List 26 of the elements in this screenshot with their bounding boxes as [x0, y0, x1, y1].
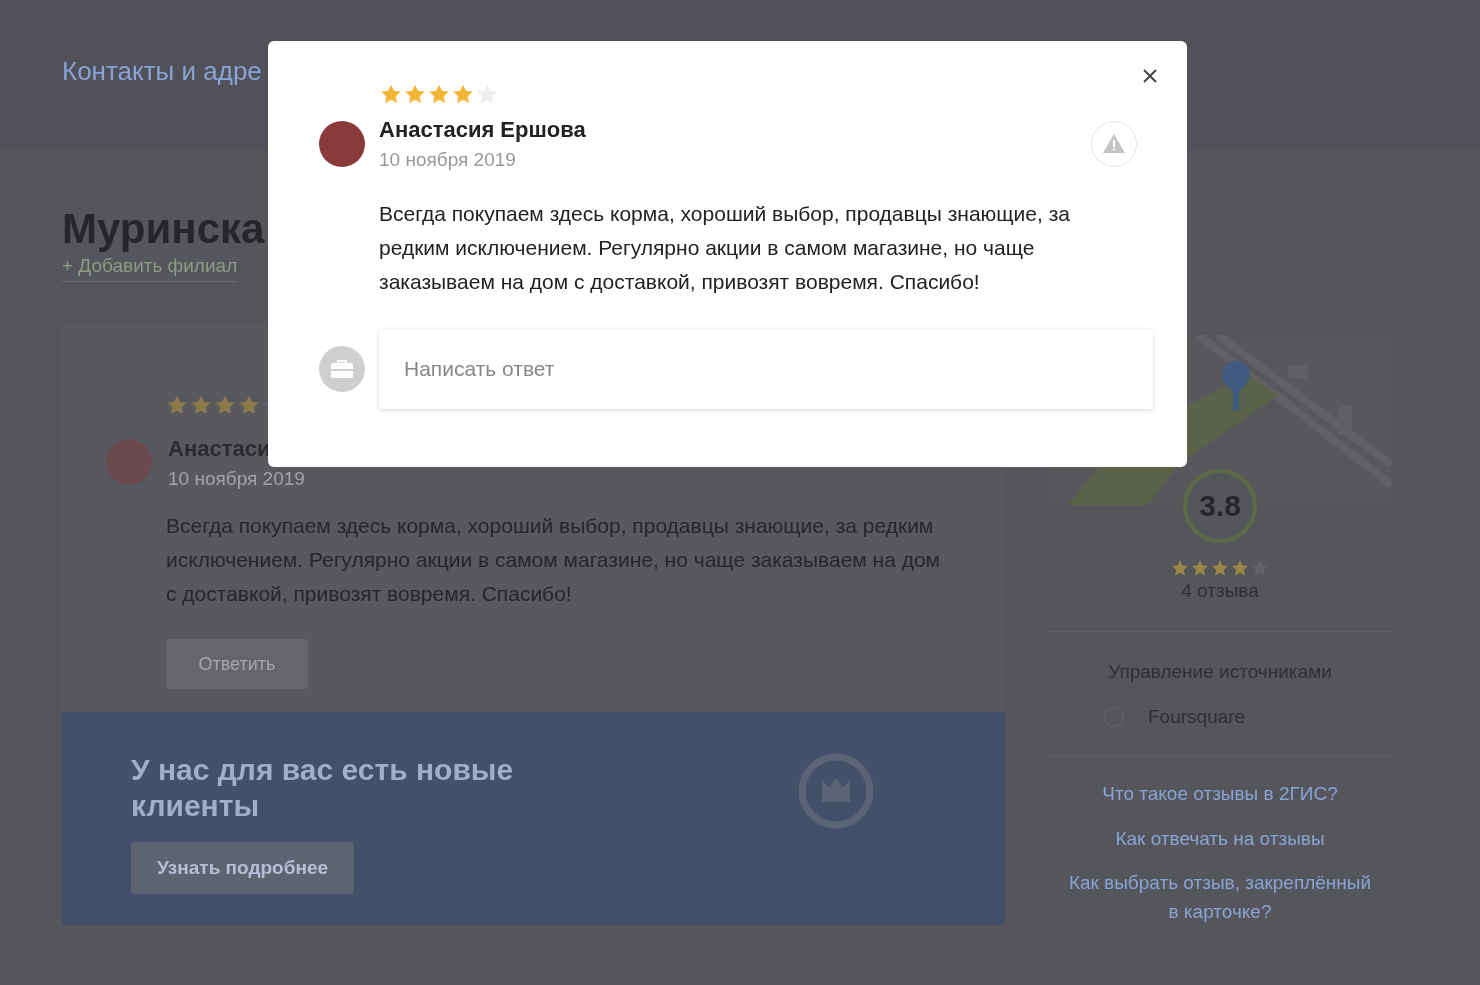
help-link[interactable]: Как выбрать отзыв, закреплённый в карточке?: [1064, 869, 1376, 927]
review-text: Всегда покупаем здесь корма, хороший выбор, продавцы знающие, за редким исключением. Регулярно акции в самом магазине, но чаще заказываем на дом с доставкой, привозят вовремя. Спасибо!: [379, 200, 1071, 295]
briefcase-icon: [319, 345, 365, 392]
crown-icon: [797, 751, 875, 830]
help-link[interactable]: Как отвечать на отзывы: [1064, 824, 1376, 854]
star-icon: [404, 83, 426, 105]
author-name: Анастасия Ершова: [379, 116, 586, 144]
banner-title: У нас для вас есть новые клиенты: [131, 751, 515, 824]
learn-more-button[interactable]: Узнать подробнее: [131, 841, 355, 895]
star-icon: [1211, 558, 1229, 577]
close-icon: [1143, 69, 1157, 83]
star-icon: [452, 83, 474, 105]
reply-button[interactable]: Ответить: [166, 639, 308, 690]
star-icon: [380, 83, 402, 105]
review-date: 10 ноября 2019: [168, 466, 305, 491]
warning-icon: [1103, 134, 1125, 154]
star-icon: [1191, 558, 1209, 577]
star-icon: [1231, 558, 1249, 577]
avatar-placeholder: [319, 120, 365, 167]
review-date: 10 ноября 2019: [379, 148, 517, 172]
help-link[interactable]: Что такое отзывы в 2ГИС?: [1064, 780, 1376, 809]
reply-field[interactable]: Написать ответ: [379, 328, 1153, 409]
star-icon: [1171, 558, 1189, 577]
nav-link[interactable]: Контакты и адре: [62, 51, 262, 91]
add-branch-link[interactable]: + Добавить филиал: [62, 252, 238, 282]
star-icon: [428, 83, 450, 105]
